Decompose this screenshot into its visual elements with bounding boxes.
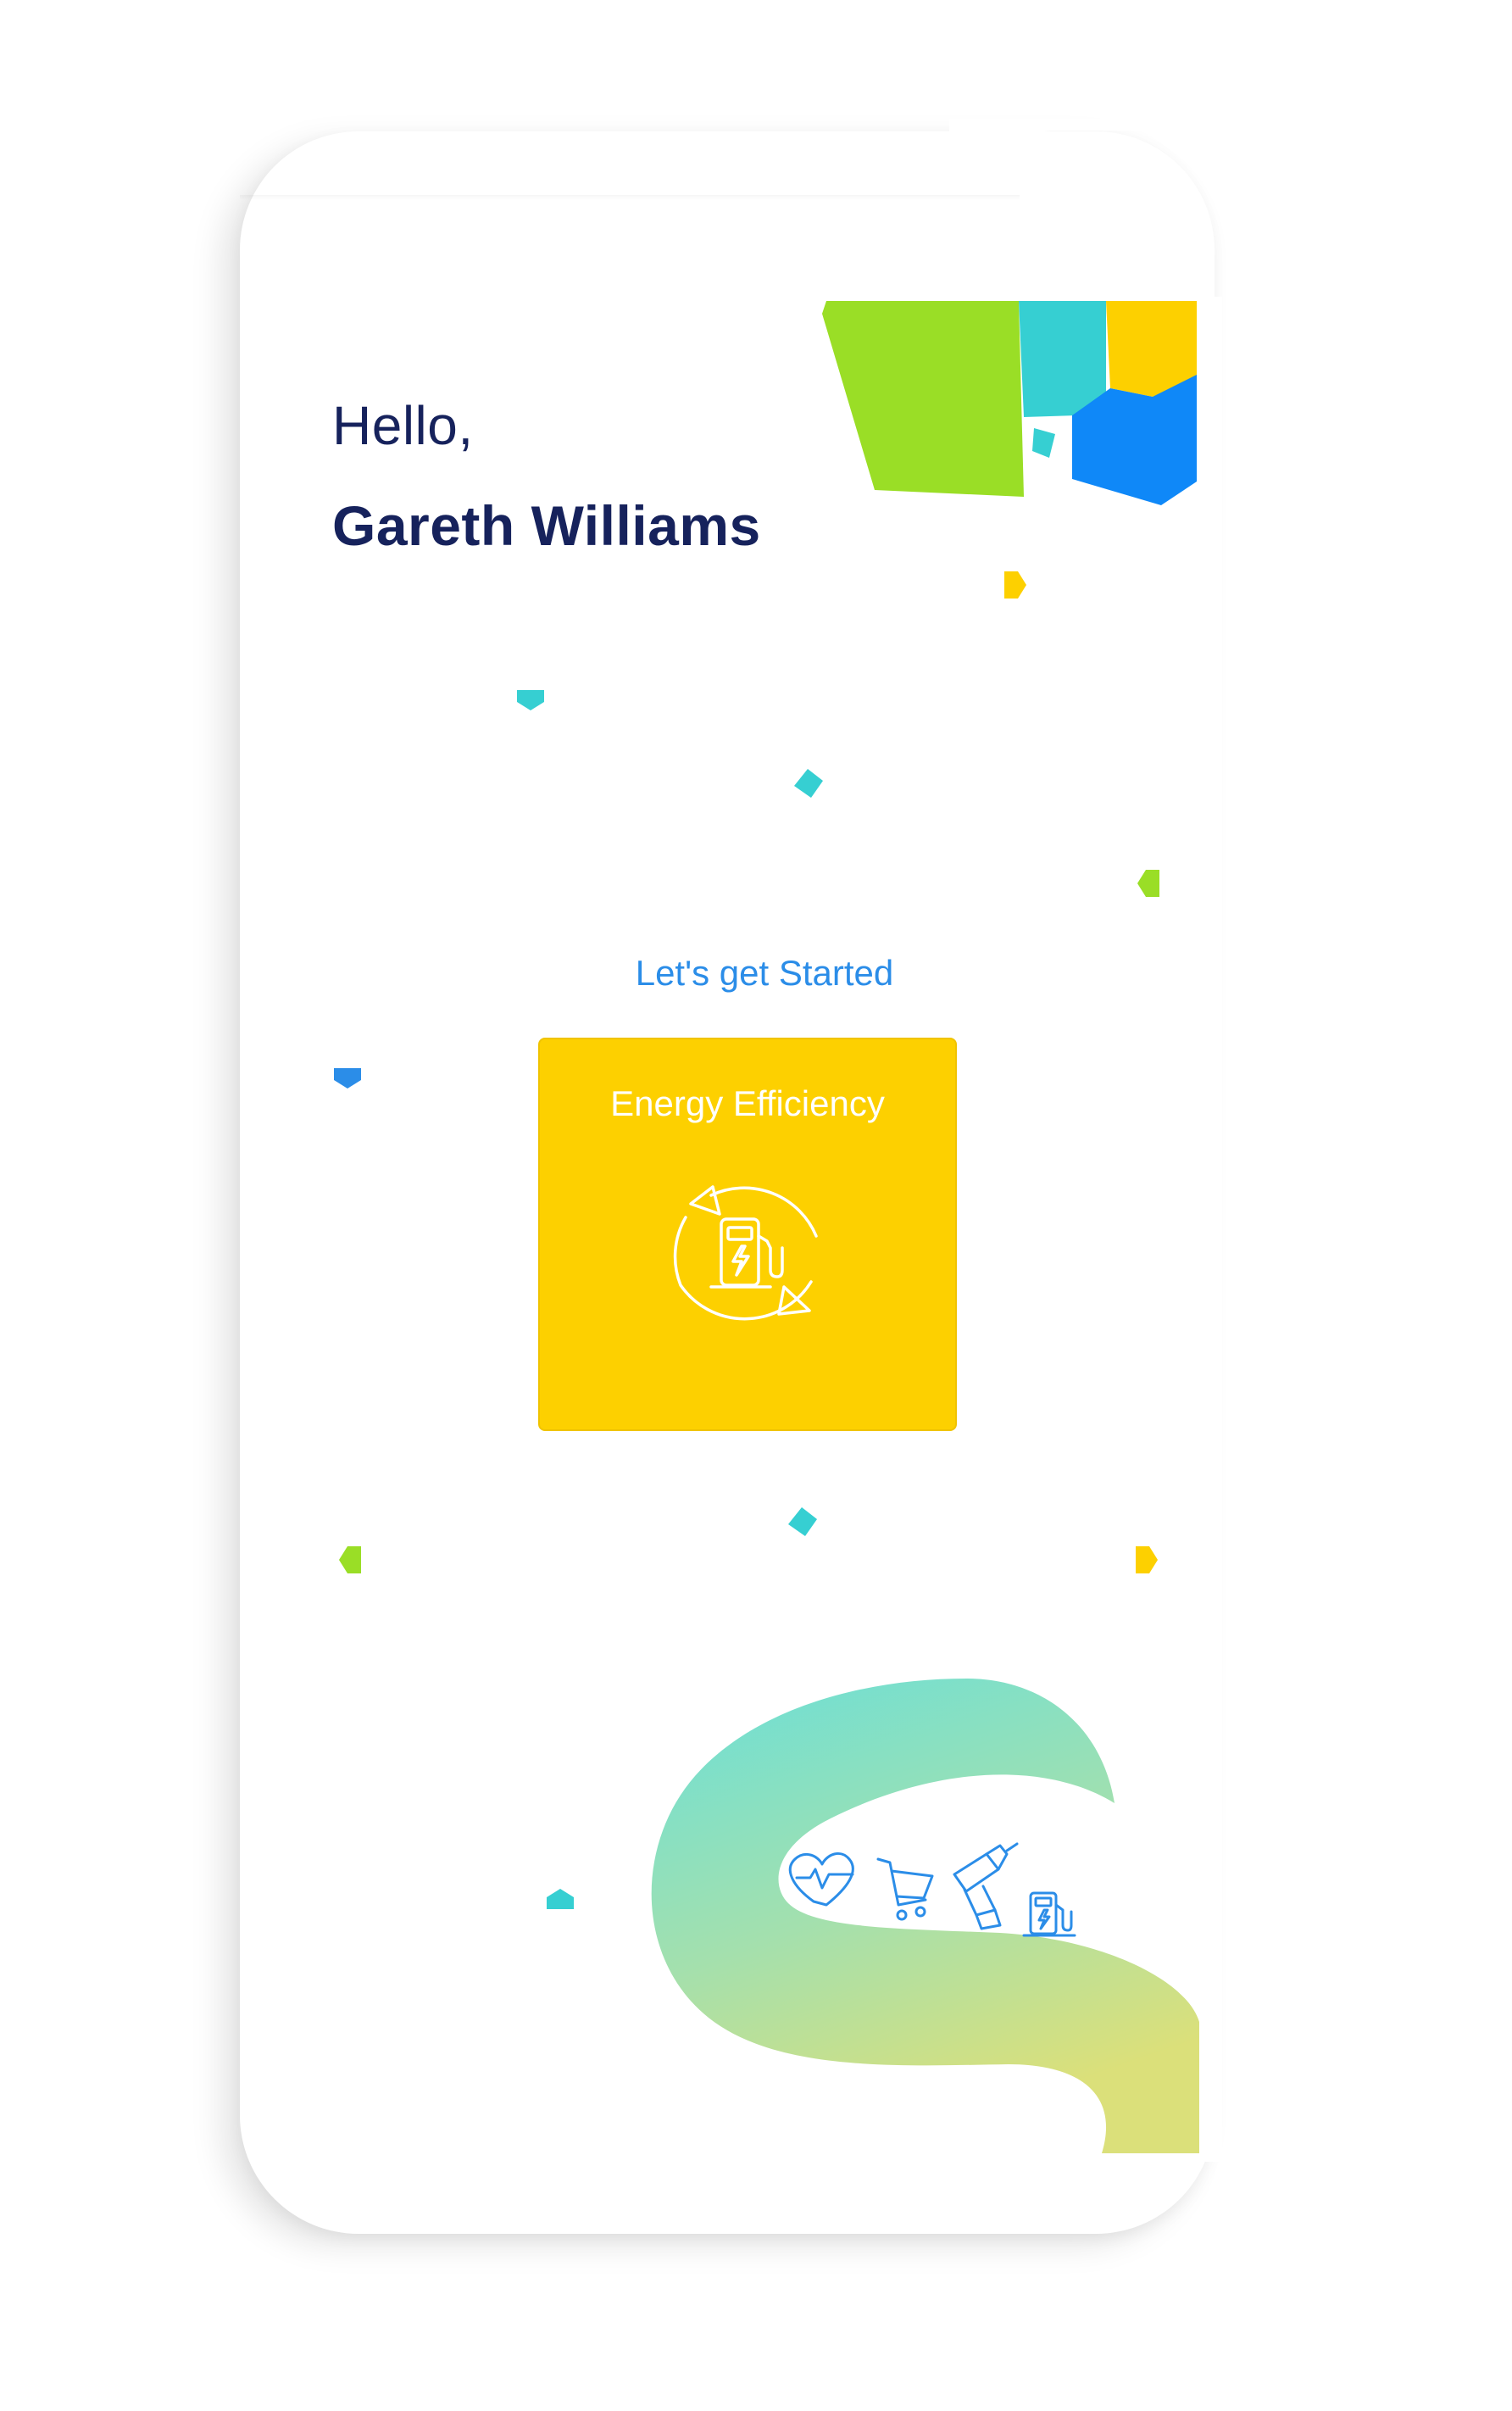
confetti-teal-1 <box>517 690 544 710</box>
shopping-cart-icon <box>876 1857 934 1921</box>
greeting-hello: Hello, <box>332 395 474 456</box>
confetti-green-1 <box>1137 870 1159 897</box>
user-name: Gareth Williams <box>332 494 761 557</box>
status-bar-divider <box>240 195 1020 200</box>
heart-pulse-icon <box>788 1851 854 1907</box>
card-title: Energy Efficiency <box>610 1083 885 1123</box>
app-mockup: Hello, Gareth Williams Let's get Started… <box>0 0 1512 2411</box>
screen-right-edge <box>1197 297 1222 2162</box>
swoosh-illustration <box>651 1679 1199 2153</box>
ev-charger-icon <box>1022 1891 1076 1937</box>
confetti-green-2 <box>339 1546 361 1573</box>
confetti-teal-2 <box>794 769 823 798</box>
header-geometric-art <box>822 301 1197 505</box>
lets-get-started-label: Let's get Started <box>635 953 894 993</box>
ev-charger-cycle-icon <box>673 1185 818 1321</box>
confetti-blue-1 <box>334 1068 361 1089</box>
confetti-teal-4 <box>547 1889 574 1909</box>
confetti-yellow-1 <box>1004 571 1026 599</box>
confetti-yellow-2 <box>1136 1546 1158 1573</box>
energy-efficiency-card[interactable]: Energy Efficiency <box>538 1038 957 1431</box>
drill-icon <box>953 1842 1019 1930</box>
confetti-teal-3 <box>788 1507 817 1536</box>
